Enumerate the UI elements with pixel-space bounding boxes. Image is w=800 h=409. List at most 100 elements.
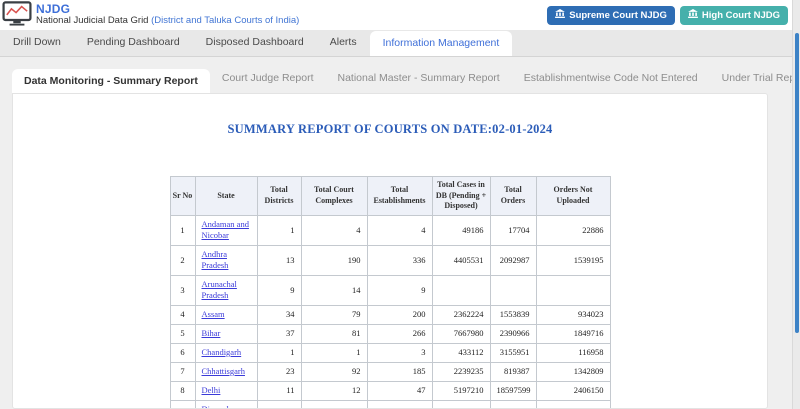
not-uploaded-cell: 6149 bbox=[535, 399, 611, 408]
districts-cell: 34 bbox=[256, 304, 302, 325]
cases-cell: 4405531 bbox=[431, 244, 491, 276]
orders-cell: 18597599 bbox=[489, 380, 537, 401]
complexes-cell: 2 bbox=[300, 399, 368, 408]
app-title[interactable]: NJDG bbox=[36, 2, 299, 17]
main-tab-information-management[interactable]: Information Management bbox=[369, 31, 513, 56]
supreme-court-njdg-button[interactable]: Supreme Court NJDG bbox=[547, 5, 675, 25]
establishments-cell: 47 bbox=[366, 380, 433, 401]
sub-tab-court-judge-report[interactable]: Court Judge Report bbox=[210, 63, 326, 93]
complexes-cell: 4 bbox=[300, 214, 368, 246]
table-row: 3 Arunachal Pradesh 9 14 9 bbox=[169, 274, 611, 306]
report-table-body: 1 Andaman and Nicobar 1 4 4 49186 17704 22886 2 A… bbox=[169, 214, 611, 408]
cases-cell: 24867 bbox=[431, 399, 491, 408]
complexes-cell: 81 bbox=[300, 323, 368, 344]
districts-cell: 13 bbox=[256, 244, 302, 276]
complexes-cell: 190 bbox=[300, 244, 368, 276]
bank-icon bbox=[687, 9, 698, 21]
not-uploaded-cell: 1342809 bbox=[535, 361, 611, 382]
cases-cell: 5197210 bbox=[431, 380, 491, 401]
col-header-sr-no: Sr No bbox=[169, 176, 196, 216]
vertical-scrollbar-thumb[interactable] bbox=[794, 33, 799, 333]
table-row: 9Diu and Daman22224867196966149 bbox=[169, 399, 611, 408]
cases-cell: 433112 bbox=[431, 342, 491, 363]
vertical-scrollbar-track[interactable] bbox=[792, 0, 800, 409]
sub-tab-establishmentwise-code-not-entered[interactable]: Establishmentwise Code Not Entered bbox=[512, 63, 710, 93]
table-row: 5 Bihar 37 81 266 7667980 2390966 1849716 bbox=[169, 323, 611, 344]
complexes-cell: 14 bbox=[300, 274, 368, 306]
table-row: 6 Chandigarh 1 1 3 433112 3155951 116958 bbox=[169, 342, 611, 363]
app-subtitle-main: National Judicial Data Grid bbox=[36, 15, 152, 27]
col-header-orders-not-uploaded: Orders Not Uploaded bbox=[535, 176, 611, 216]
state-link[interactable]: Delhi bbox=[202, 385, 221, 395]
districts-cell: 23 bbox=[256, 361, 302, 382]
establishments-cell: 266 bbox=[366, 323, 433, 344]
orders-cell: 2390966 bbox=[489, 323, 537, 344]
report-title: SUMMARY REPORT OF COURTS ON DATE:02-01-2… bbox=[227, 122, 553, 136]
state-link[interactable]: Arunachal Pradesh bbox=[202, 279, 237, 300]
state-link[interactable]: Chandigarh bbox=[202, 347, 242, 357]
state-link[interactable]: Chhattisgarh bbox=[202, 366, 245, 376]
sr-cell: 2 bbox=[169, 244, 196, 276]
high-court-njdg-label: High Court NJDG bbox=[701, 9, 780, 21]
state-link[interactable]: Assam bbox=[202, 309, 225, 319]
districts-cell: 1 bbox=[256, 214, 302, 246]
not-uploaded-cell bbox=[535, 274, 611, 306]
col-header-total-establishments: Total Establishments bbox=[366, 176, 433, 216]
districts-cell: 2 bbox=[256, 399, 302, 408]
main-tab-disposed-dashboard[interactable]: Disposed Dashboard bbox=[193, 29, 317, 56]
col-header-total-court-complexes: Total Court Complexes bbox=[300, 176, 368, 216]
cases-cell: 49186 bbox=[431, 214, 491, 246]
supreme-court-njdg-label: Supreme Court NJDG bbox=[569, 9, 667, 21]
cases-cell: 7667980 bbox=[431, 323, 491, 344]
not-uploaded-cell: 1849716 bbox=[535, 323, 611, 344]
districts-cell: 11 bbox=[256, 380, 302, 401]
state-cell: Andaman and Nicobar bbox=[194, 214, 258, 246]
sr-cell: 7 bbox=[169, 361, 196, 382]
main-tab-pending-dashboard[interactable]: Pending Dashboard bbox=[74, 29, 193, 56]
sub-tab-data-monitoring-summary-report[interactable]: Data Monitoring - Summary Report bbox=[12, 69, 210, 93]
districts-cell: 37 bbox=[256, 323, 302, 344]
state-cell: Diu and Daman bbox=[194, 399, 258, 408]
establishments-cell: 336 bbox=[366, 244, 433, 276]
state-link[interactable]: Diu and Daman bbox=[202, 404, 229, 408]
bank-icon bbox=[555, 9, 566, 21]
state-cell: Chhattisgarh bbox=[194, 361, 258, 382]
orders-cell bbox=[489, 274, 537, 306]
sr-cell: 6 bbox=[169, 342, 196, 363]
complexes-cell: 92 bbox=[300, 361, 368, 382]
sub-tab-national-master-summary-report[interactable]: National Master - Summary Report bbox=[326, 63, 512, 93]
col-header-state: State bbox=[194, 176, 258, 216]
sr-cell: 4 bbox=[169, 304, 196, 325]
col-header-total-districts: Total Districts bbox=[256, 176, 302, 216]
state-link[interactable]: Andaman and Nicobar bbox=[202, 219, 249, 240]
cases-cell: 2239235 bbox=[431, 361, 491, 382]
main-tab-alerts[interactable]: Alerts bbox=[317, 29, 370, 56]
state-link[interactable]: Andhra Pradesh bbox=[202, 249, 229, 270]
sub-tab-under-trial-report[interactable]: Under Trial Report bbox=[710, 63, 800, 93]
not-uploaded-cell: 1539195 bbox=[535, 244, 611, 276]
orders-cell: 819387 bbox=[489, 361, 537, 382]
sr-cell: 1 bbox=[169, 214, 196, 246]
state-cell: Bihar bbox=[194, 323, 258, 344]
brand-block: NJDG National Judicial Data Grid (Distri… bbox=[36, 2, 299, 28]
orders-cell: 19696 bbox=[489, 399, 537, 408]
summary-report-table: Sr No State Total Districts Total Court … bbox=[169, 176, 611, 408]
njdg-logo-icon bbox=[2, 1, 32, 31]
complexes-cell: 79 bbox=[300, 304, 368, 325]
high-court-njdg-button[interactable]: High Court NJDG bbox=[679, 5, 788, 25]
state-link[interactable]: Bihar bbox=[202, 328, 221, 338]
header-bar: NJDG National Judicial Data Grid (Distri… bbox=[0, 0, 800, 30]
main-tab-drill-down[interactable]: Drill Down bbox=[0, 29, 74, 56]
state-cell: Delhi bbox=[194, 380, 258, 401]
table-header: Sr No State Total Districts Total Court … bbox=[169, 176, 611, 216]
cases-cell: 2362224 bbox=[431, 304, 491, 325]
establishments-cell: 2 bbox=[366, 399, 433, 408]
sub-tab-bar: Data Monitoring - Summary Report Court J… bbox=[12, 63, 800, 93]
main-nav: Drill Down Pending Dashboard Disposed Da… bbox=[0, 30, 800, 57]
orders-cell: 17704 bbox=[489, 214, 537, 246]
establishments-cell: 3 bbox=[366, 342, 433, 363]
not-uploaded-cell: 934023 bbox=[535, 304, 611, 325]
table-row: 1 Andaman and Nicobar 1 4 4 49186 17704 22886 bbox=[169, 214, 611, 246]
establishments-cell: 9 bbox=[366, 274, 433, 306]
orders-cell: 3155951 bbox=[489, 342, 537, 363]
